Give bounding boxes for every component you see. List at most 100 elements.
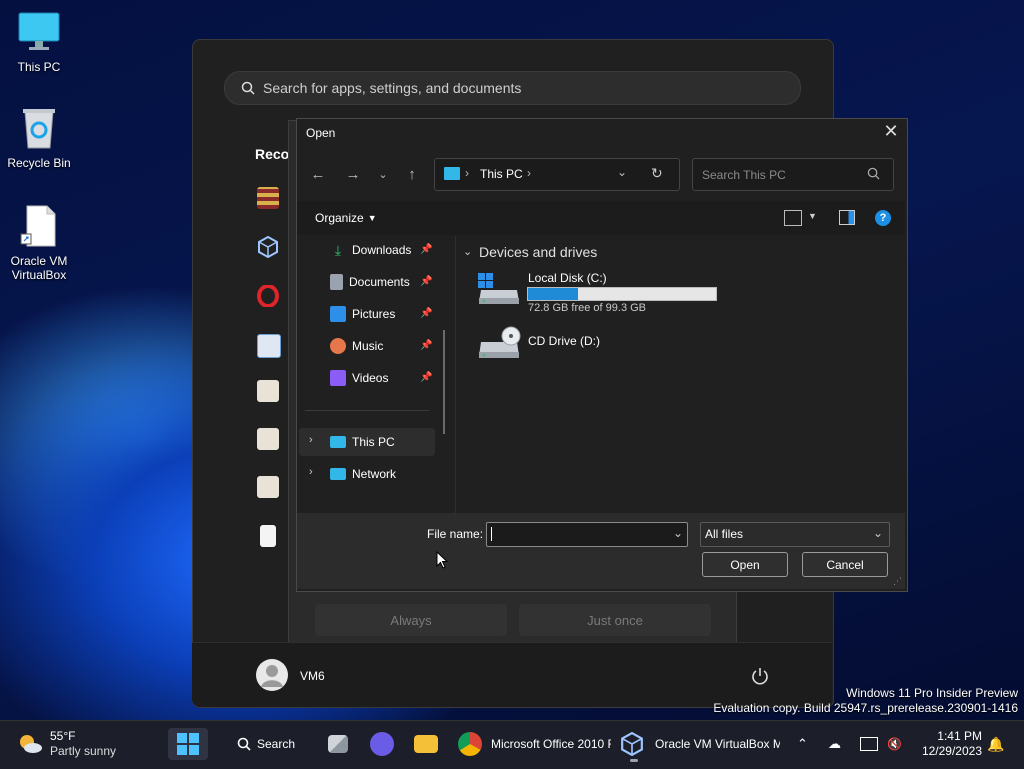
java-icon[interactable] [257, 476, 279, 498]
network-icon [860, 737, 878, 751]
search-icon [241, 81, 255, 95]
show-hidden-icons-button[interactable]: ⌃ [797, 728, 808, 760]
disk-usage-bar [527, 287, 717, 301]
weather-temp: 55°F [50, 729, 76, 743]
chevron-down-icon[interactable]: ⌄ [463, 245, 472, 258]
up-arrow-icon[interactable]: ↑ [401, 164, 423, 186]
pin-icon[interactable]: 📌 [420, 244, 432, 255]
virtualbox-icon[interactable] [257, 235, 279, 259]
mouse-cursor-icon [436, 550, 449, 569]
start-search-input[interactable]: Search for apps, settings, and documents [224, 71, 801, 105]
start-button[interactable] [168, 728, 208, 760]
nav-item-music[interactable]: Music [330, 334, 383, 358]
chevron-down-icon[interactable]: ▼ [808, 211, 817, 221]
just-once-button[interactable]: Just once [519, 604, 711, 636]
nav-item-label: This PC [352, 435, 395, 449]
dialog-search-placeholder: Search This PC [702, 168, 786, 182]
nav-item-pictures[interactable]: Pictures [330, 302, 395, 326]
organize-button[interactable]: Organize ▼ [315, 211, 377, 225]
windows-logo-icon [177, 733, 199, 755]
breadcrumb-this-pc[interactable]: This PC [480, 167, 523, 181]
nav-item-documents[interactable]: Documents [330, 270, 410, 294]
taskbar-app-label: Microsoft Office 2010 F [491, 737, 611, 751]
app-window-icon[interactable] [257, 334, 281, 358]
java-icon[interactable] [257, 428, 279, 450]
volume-tray-button[interactable]: 🔇 [887, 728, 902, 760]
chevron-down-icon: ⌄ [873, 526, 884, 540]
music-icon [330, 338, 346, 354]
java-icon[interactable] [257, 380, 279, 402]
user-name: VM6 [300, 669, 325, 683]
pin-icon[interactable]: 📌 [420, 340, 432, 351]
chevron-right-icon[interactable]: › [309, 466, 313, 478]
monitor-icon [17, 10, 61, 54]
download-icon: ⤓ [334, 242, 342, 258]
winrar-icon[interactable] [257, 187, 279, 209]
chevron-down-icon[interactable]: ⌄ [673, 526, 683, 540]
nav-scrollbar[interactable] [443, 330, 445, 434]
cancel-button[interactable]: Cancel [802, 552, 888, 577]
network-tray-button[interactable] [860, 728, 878, 760]
nav-item-label: Network [352, 467, 397, 481]
address-bar[interactable]: › This PC › ⌄ ↻ [434, 158, 680, 191]
refresh-icon[interactable]: ↻ [651, 165, 663, 182]
pin-icon[interactable]: 📌 [420, 308, 432, 319]
chevron-down-icon[interactable]: ⌄ [372, 164, 394, 186]
clock[interactable]: 1:41 PM 12/29/2023 [912, 728, 982, 760]
user-avatar[interactable] [256, 659, 288, 691]
clock-time: 1:41 PM [937, 729, 982, 743]
task-view-icon [328, 735, 348, 753]
address-history-dropdown-icon[interactable]: ⌄ [617, 165, 627, 179]
weather-condition: Partly sunny [50, 744, 117, 758]
back-arrow-icon[interactable]: ← [307, 164, 329, 186]
power-icon[interactable] [750, 666, 770, 686]
desktop-icon-this-pc[interactable]: This PC [1, 10, 77, 74]
onedrive-tray-button[interactable]: ☁ [828, 728, 841, 760]
pin-icon[interactable]: 📌 [420, 372, 432, 383]
nav-pane-divider [455, 236, 456, 513]
weather-widget[interactable]: 55°F Partly sunny [16, 728, 116, 760]
taskbar-app-office[interactable]: Microsoft Office 2010 F [458, 728, 611, 760]
forward-arrow-icon[interactable]: → [342, 164, 364, 186]
task-view-button[interactable] [328, 728, 348, 760]
document-icon[interactable] [260, 525, 276, 547]
nav-item-label: Videos [352, 371, 389, 385]
drive-free-space: 72.8 GB free of 99.3 GB [528, 302, 647, 314]
taskbar-search-button[interactable]: Search [226, 728, 306, 760]
watermark-line-2: Evaluation copy. Build 25947.rs_prerelea… [713, 701, 1018, 715]
network-icon [330, 468, 346, 480]
taskbar-app-label: Oracle VM VirtualBox M [655, 737, 780, 751]
taskbar-app-virtualbox[interactable]: Oracle VM VirtualBox M [620, 728, 780, 760]
nav-item-videos[interactable]: Videos [330, 366, 388, 390]
help-icon[interactable]: ? [875, 210, 891, 226]
nav-item-label: Pictures [352, 307, 396, 321]
drive-name: Local Disk (C:) [528, 271, 607, 285]
start-search-placeholder: Search for apps, settings, and documents [263, 80, 522, 96]
preview-pane-icon[interactable] [839, 210, 855, 225]
breadcrumb-separator: › [465, 166, 469, 180]
close-icon[interactable]: ✕ [881, 121, 901, 141]
file-name-input[interactable]: ⌄ [486, 522, 688, 547]
nav-item-network[interactable]: Network [330, 462, 396, 486]
desktop-icon-recycle-bin[interactable]: Recycle Bin [1, 106, 77, 170]
file-explorer-button[interactable] [414, 728, 438, 760]
nav-item-this-pc[interactable]: This PC [330, 430, 395, 454]
chevron-right-icon[interactable]: › [309, 434, 313, 446]
resize-grip-icon[interactable]: ⋰ [893, 576, 902, 587]
desktop-icon-virtualbox[interactable]: Oracle VM VirtualBox [1, 204, 77, 282]
dialog-search-input[interactable]: Search This PC [692, 158, 894, 191]
nav-item-downloads[interactable]: ⤓ Downloads [330, 238, 411, 262]
active-app-indicator [630, 759, 638, 762]
organize-label: Organize [315, 211, 364, 225]
file-type-select[interactable]: All files ⌄ [700, 522, 890, 547]
drive-name: CD Drive (D:) [528, 334, 600, 348]
document-icon [330, 274, 343, 290]
always-button[interactable]: Always [315, 604, 507, 636]
view-options-icon[interactable] [784, 210, 802, 226]
desktop-icon-label: Oracle VM VirtualBox [10, 254, 68, 282]
open-button[interactable]: Open [702, 552, 788, 577]
notifications-button[interactable]: 🔔 [987, 728, 1004, 760]
chat-button[interactable] [370, 728, 394, 760]
opera-icon[interactable] [257, 284, 279, 308]
pin-icon[interactable]: 📌 [420, 276, 432, 287]
